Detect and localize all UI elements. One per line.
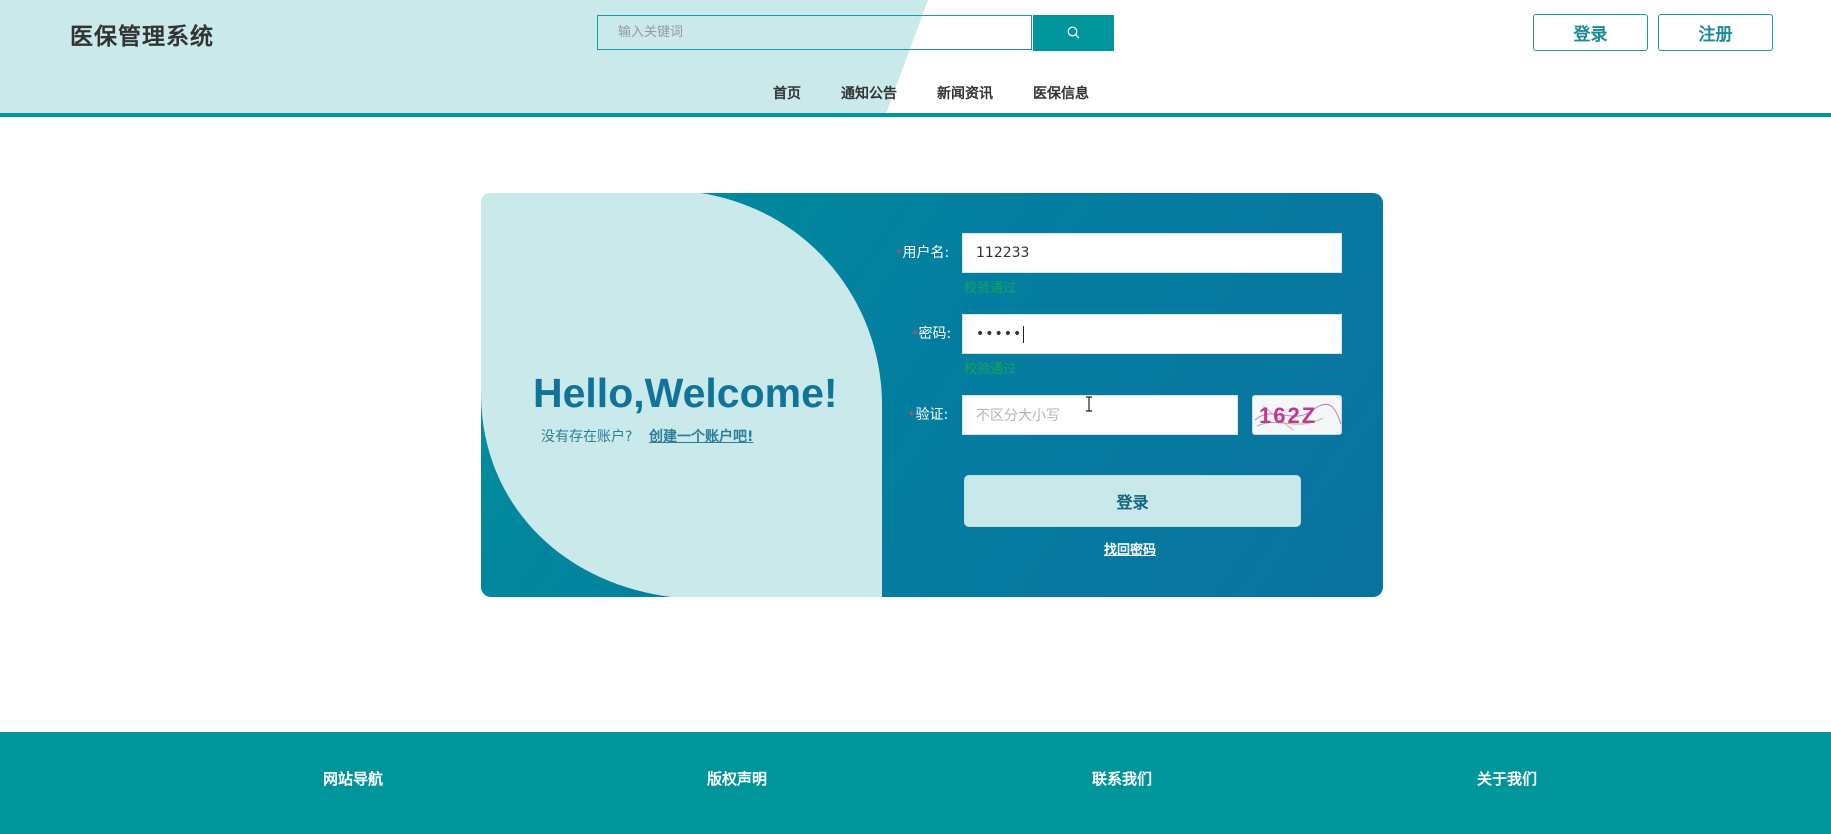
password-hint: 校验通过: [964, 362, 1017, 377]
search-button[interactable]: [1033, 15, 1114, 51]
captcha-code-text: 162Z: [1259, 403, 1317, 428]
site-header: 医保管理系统 登录 注册 首页 通知公告 新闻资讯 医保信息: [0, 0, 1831, 117]
required-star: *: [909, 409, 915, 422]
nav-item-notices[interactable]: 通知公告: [841, 83, 897, 103]
login-card: Hello,Welcome! 没有存在账户? 创建一个账户吧! *用户名: 11…: [481, 193, 1383, 597]
footer-copyright[interactable]: 版权声明: [707, 768, 767, 789]
search-icon: [1067, 26, 1080, 39]
no-account-text: 没有存在账户?: [541, 429, 633, 445]
site-footer: 网站导航 版权声明 联系我们 关于我们: [0, 732, 1831, 834]
nav-item-insurance-info[interactable]: 医保信息: [1033, 83, 1089, 103]
captcha-code-glyphs: 162Z: [1259, 403, 1317, 428]
username-hint: 校验通过: [964, 281, 1017, 296]
username-label: *用户名:: [896, 245, 950, 261]
text-caret: [1023, 325, 1025, 343]
search-input[interactable]: [598, 16, 1031, 49]
welcome-heading: Hello,Welcome!: [533, 370, 838, 416]
password-label: *密码:: [912, 326, 952, 342]
captcha-placeholder: 不区分大小写: [976, 408, 1060, 424]
header-register-button[interactable]: 注册: [1658, 14, 1773, 51]
footer-about-us[interactable]: 关于我们: [1477, 768, 1537, 789]
create-account-link[interactable]: 创建一个账户吧!: [649, 426, 753, 446]
footer-contact-us[interactable]: 联系我们: [1092, 768, 1152, 789]
site-title: 医保管理系统: [70, 24, 214, 50]
nav-item-home[interactable]: 首页: [773, 83, 801, 103]
main-nav: 首页 通知公告 新闻资讯 医保信息: [773, 83, 1089, 103]
text-cursor-icon: [1086, 396, 1092, 412]
nav-item-news[interactable]: 新闻资讯: [937, 83, 993, 103]
username-value: 112233: [976, 245, 1030, 261]
captcha-field[interactable]: 不区分大小写: [962, 395, 1238, 435]
header-divider: [0, 113, 1831, 117]
search-box: [597, 15, 1032, 50]
login-submit-button[interactable]: 登录: [964, 475, 1301, 527]
username-field[interactable]: 112233: [962, 233, 1342, 273]
password-value: •••••: [976, 326, 1023, 342]
captcha-image[interactable]: 162Z: [1252, 395, 1342, 435]
forgot-password-link[interactable]: 找回密码: [1104, 539, 1156, 558]
required-star: *: [896, 247, 902, 260]
required-star: *: [912, 328, 918, 341]
password-field[interactable]: •••••: [962, 314, 1342, 354]
footer-site-nav[interactable]: 网站导航: [323, 768, 383, 789]
captcha-label: *验证:: [909, 407, 949, 423]
header-login-button[interactable]: 登录: [1533, 14, 1648, 51]
